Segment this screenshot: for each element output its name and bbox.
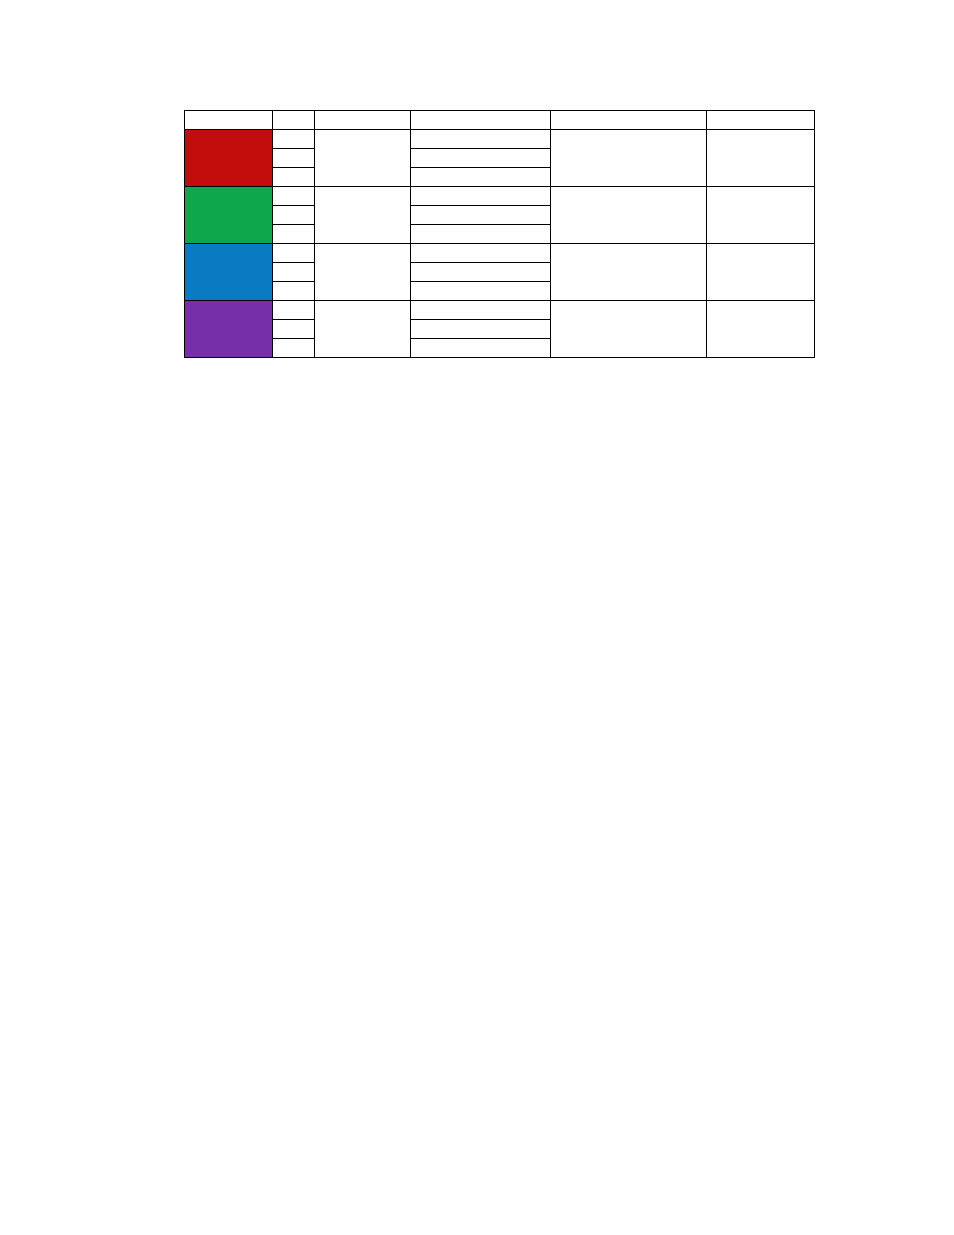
- table-cell: [273, 225, 315, 244]
- table-cell: [273, 206, 315, 225]
- color-swatch-cell: [185, 130, 273, 187]
- table-cell: [315, 244, 411, 301]
- table-row: [185, 130, 815, 149]
- table-row: [185, 301, 815, 320]
- table-cell: [707, 130, 815, 187]
- table-cell: [411, 206, 551, 225]
- color-swatch-cell: [185, 187, 273, 244]
- table-row: [185, 244, 815, 263]
- color-swatch: [185, 301, 272, 357]
- table-cell: [411, 339, 551, 358]
- table-cell: [411, 168, 551, 187]
- table-row: [185, 187, 815, 206]
- table-cell: [273, 339, 315, 358]
- table-cell: [411, 149, 551, 168]
- table-cell: [411, 187, 551, 206]
- table-cell: [273, 244, 315, 263]
- color-swatch: [185, 130, 272, 186]
- table-cell: [315, 301, 411, 358]
- table-cell: [411, 320, 551, 339]
- table-cell: [315, 187, 411, 244]
- table-cell: [273, 168, 315, 187]
- table-header-cell: [273, 111, 315, 130]
- table-cell: [707, 244, 815, 301]
- color-swatch: [185, 244, 272, 300]
- table-header-cell: [707, 111, 815, 130]
- table-cell: [411, 244, 551, 263]
- table-cell: [273, 263, 315, 282]
- table-cell: [273, 282, 315, 301]
- table-cell: [551, 130, 707, 187]
- table-header-row: [185, 111, 815, 130]
- table-cell: [707, 301, 815, 358]
- table-header-cell: [411, 111, 551, 130]
- table-cell: [273, 301, 315, 320]
- table-cell: [411, 282, 551, 301]
- color-swatch-cell: [185, 301, 273, 358]
- table-cell: [551, 187, 707, 244]
- table-header-cell: [551, 111, 707, 130]
- table-cell: [411, 130, 551, 149]
- color-swatch-cell: [185, 244, 273, 301]
- table-cell: [411, 225, 551, 244]
- data-table: [184, 110, 815, 358]
- table-header-cell: [185, 111, 273, 130]
- table-cell: [273, 320, 315, 339]
- color-swatch: [185, 187, 272, 243]
- table-cell: [273, 149, 315, 168]
- table-cell: [551, 244, 707, 301]
- table-cell: [551, 301, 707, 358]
- table-cell: [707, 187, 815, 244]
- table-cell: [315, 130, 411, 187]
- table-cell: [273, 130, 315, 149]
- table-cell: [411, 301, 551, 320]
- table-cell: [411, 263, 551, 282]
- table-cell: [273, 187, 315, 206]
- table-header-cell: [315, 111, 411, 130]
